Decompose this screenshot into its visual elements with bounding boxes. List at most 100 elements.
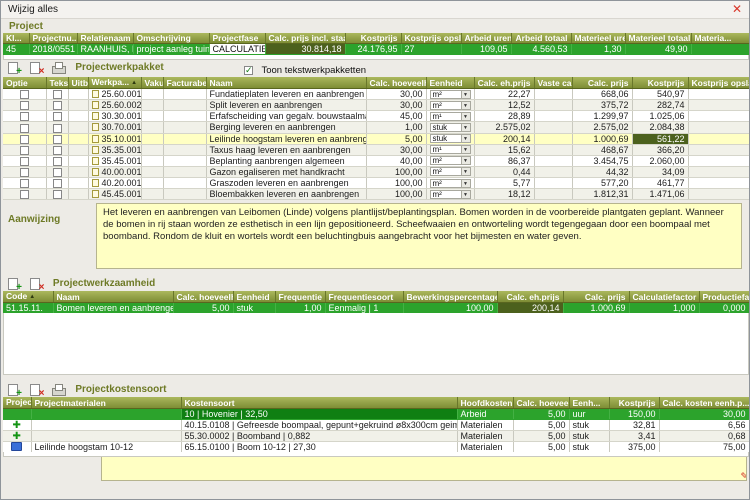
col-header[interactable]: Tekst bbox=[46, 77, 68, 89]
eenheid-cell[interactable]: stuk bbox=[569, 442, 609, 453]
row-icon-cell[interactable] bbox=[3, 409, 31, 420]
tekst-cell[interactable] bbox=[46, 178, 68, 189]
calc-prijs-cell[interactable]: 44,32 bbox=[572, 166, 632, 177]
col-header[interactable]: Kostprijs opsla... bbox=[401, 33, 461, 44]
add-werkzaamheid-button[interactable]: + bbox=[6, 277, 21, 290]
werkpakket-code-cell[interactable]: 35.35.0010 bbox=[88, 144, 141, 155]
tekst-checkbox[interactable] bbox=[53, 135, 62, 144]
optie-cell[interactable] bbox=[3, 111, 46, 122]
row-icon-cell[interactable]: ✚ bbox=[3, 420, 31, 431]
vakuum-cell[interactable] bbox=[141, 166, 163, 177]
aanwijzing-textarea[interactable]: Het leveren en aanbrengen van Leibomen (… bbox=[96, 203, 742, 269]
opslag-cell[interactable] bbox=[688, 166, 749, 177]
opslag-cell[interactable] bbox=[688, 100, 749, 111]
col-header[interactable]: Calc. prijs incl. staartk. bbox=[265, 33, 345, 44]
delete-werkzaamheid-button[interactable]: × bbox=[28, 277, 43, 290]
col-header[interactable]: Eenheid bbox=[233, 291, 275, 303]
opslag-cell[interactable] bbox=[688, 89, 749, 100]
klant-cell[interactable]: 45 bbox=[3, 44, 29, 55]
optie-cell[interactable] bbox=[3, 144, 46, 155]
tekst-cell[interactable] bbox=[46, 100, 68, 111]
vakuum-cell[interactable] bbox=[141, 111, 163, 122]
col-header[interactable]: Eenh... bbox=[569, 397, 609, 409]
chevron-down-icon[interactable]: ▼ bbox=[461, 168, 470, 175]
col-header[interactable]: Kostprijs bbox=[609, 397, 659, 409]
tekst-cell[interactable] bbox=[46, 89, 68, 100]
optie-checkbox[interactable] bbox=[20, 190, 29, 199]
hoeveelheid-cell[interactable]: 100,00 bbox=[366, 178, 426, 189]
calc-prijs-cell[interactable]: 1.000,69 bbox=[572, 133, 632, 144]
col-header[interactable]: Calc. eh.prijs bbox=[474, 77, 534, 89]
col-header[interactable]: Projectmaterialen bbox=[31, 397, 181, 409]
title-bar[interactable]: Wijzig alles ✕ bbox=[1, 1, 749, 19]
arbeid-uren-cell[interactable]: 109,05 bbox=[461, 44, 511, 55]
eh-prijs-cell-focused[interactable]: 200,14 bbox=[497, 303, 563, 314]
col-header[interactable]: Kostensoort bbox=[181, 397, 457, 409]
eenheid-cell[interactable]: stuk▼ bbox=[426, 133, 474, 144]
materieel-uren-cell[interactable]: 1,30 bbox=[571, 44, 625, 55]
naam-cell[interactable]: Fundatieplaten leveren en aanbrengen bbox=[206, 89, 366, 100]
col-header[interactable]: Projectfase bbox=[209, 33, 265, 44]
naam-cell[interactable]: Erfafscheiding van gegalv. bouwstaalmatt… bbox=[206, 111, 366, 122]
col-header[interactable]: Calc. prijs bbox=[572, 77, 632, 89]
kostprijs-cell[interactable]: 375,00 bbox=[609, 442, 659, 453]
kostprijs-cell[interactable]: 32,81 bbox=[609, 420, 659, 431]
optie-cell[interactable] bbox=[3, 100, 46, 111]
chevron-down-icon[interactable]: ▼ bbox=[461, 157, 470, 164]
row-icon-cell[interactable] bbox=[3, 442, 31, 453]
chevron-down-icon[interactable]: ▼ bbox=[461, 113, 470, 120]
hoeveelheid-cell[interactable]: 45,00 bbox=[366, 111, 426, 122]
werkpakket-row-selected[interactable]: 35.10.0010 Leilinde hoogstam leveren en … bbox=[3, 133, 749, 144]
uitbesteed-cell[interactable] bbox=[68, 166, 88, 177]
calc-prijs-incl-cell[interactable]: 30.814,18 bbox=[265, 44, 345, 55]
bewerkingspercentage-cell[interactable]: 100,00 bbox=[403, 303, 497, 314]
kostprijs-cell[interactable]: 1.471,06 bbox=[632, 189, 688, 200]
kostprijs-cell[interactable]: 1.025,06 bbox=[632, 111, 688, 122]
vaste-calc-cell[interactable] bbox=[534, 133, 572, 144]
uitbesteed-cell[interactable] bbox=[68, 155, 88, 166]
werkpakket-row[interactable]: 45.45.0010 Bloembakken leveren en aanbre… bbox=[3, 189, 749, 200]
eenheid-cell[interactable]: stuk bbox=[569, 431, 609, 442]
facturabel-cell[interactable] bbox=[163, 155, 206, 166]
frequentiesoort-cell[interactable]: Eenmalig | 1 bbox=[325, 303, 403, 314]
calc-prijs-cell[interactable]: 2.575,02 bbox=[572, 122, 632, 133]
hoeveelheid-cell[interactable]: 30,00 bbox=[366, 89, 426, 100]
col-header[interactable]: Uitbes... bbox=[68, 77, 88, 89]
kostprijs-cell[interactable]: 461,77 bbox=[632, 178, 688, 189]
tekst-checkbox[interactable] bbox=[53, 157, 62, 166]
col-header[interactable]: Projectmat...▲ bbox=[3, 397, 31, 409]
hoeveelheid-cell[interactable]: 1,00 bbox=[366, 122, 426, 133]
werkpakket-code-cell[interactable]: 25.60.0020 bbox=[88, 100, 141, 111]
vakuum-cell[interactable] bbox=[141, 133, 163, 144]
kostensoort-row[interactable]: Leilinde hoogstam 10-12 65.15.0100 | Boo… bbox=[3, 442, 749, 453]
uitbesteed-cell[interactable] bbox=[68, 189, 88, 200]
optie-checkbox[interactable] bbox=[20, 168, 29, 177]
eenheid-cell[interactable]: m²▼ bbox=[426, 89, 474, 100]
hoeveelheid-cell[interactable]: 30,00 bbox=[366, 144, 426, 155]
col-header[interactable]: Code▲ bbox=[3, 291, 53, 303]
vakuum-cell[interactable] bbox=[141, 89, 163, 100]
calc-prijs-cell[interactable]: 1.299,97 bbox=[572, 111, 632, 122]
col-header[interactable]: Kl... bbox=[3, 33, 29, 44]
naam-cell[interactable]: Bomen leveren en aanbrengen bbox=[53, 303, 173, 314]
hoeveelheid-cell[interactable]: 5,00 bbox=[513, 420, 569, 431]
uitbesteed-cell[interactable] bbox=[68, 100, 88, 111]
col-header[interactable]: Naam bbox=[206, 77, 366, 89]
werkpakket-code-cell[interactable]: 30.30.0011 bbox=[88, 111, 141, 122]
eh-prijs-cell[interactable]: 0,44 bbox=[474, 166, 534, 177]
vakuum-cell[interactable] bbox=[141, 122, 163, 133]
vaste-calc-cell[interactable] bbox=[534, 166, 572, 177]
optie-cell[interactable] bbox=[3, 166, 46, 177]
werkpakket-row[interactable]: 35.35.0010 Taxus haag leveren en aanbren… bbox=[3, 144, 749, 155]
tekst-checkbox[interactable] bbox=[53, 190, 62, 199]
kostprijs-cell[interactable]: 34,09 bbox=[632, 166, 688, 177]
calc-prijs-cell[interactable]: 3.454,75 bbox=[572, 155, 632, 166]
kostensoort-row[interactable]: ✚ 40.15.0108 | Gefreesde boompaal, gepun… bbox=[3, 420, 749, 431]
werkpakket-row[interactable]: 35.45.0010 Beplanting aanbrengen algemee… bbox=[3, 155, 749, 166]
kostprijs-cell[interactable]: 3,41 bbox=[609, 431, 659, 442]
opslag-cell[interactable] bbox=[688, 189, 749, 200]
toon-tekstwerkpakketten-checkbox[interactable]: ✓ bbox=[244, 66, 253, 75]
projectmateriaal-cell[interactable] bbox=[31, 420, 181, 431]
uitbesteed-cell[interactable] bbox=[68, 144, 88, 155]
col-header[interactable]: Calc. kosten eenh.p... bbox=[659, 397, 749, 409]
